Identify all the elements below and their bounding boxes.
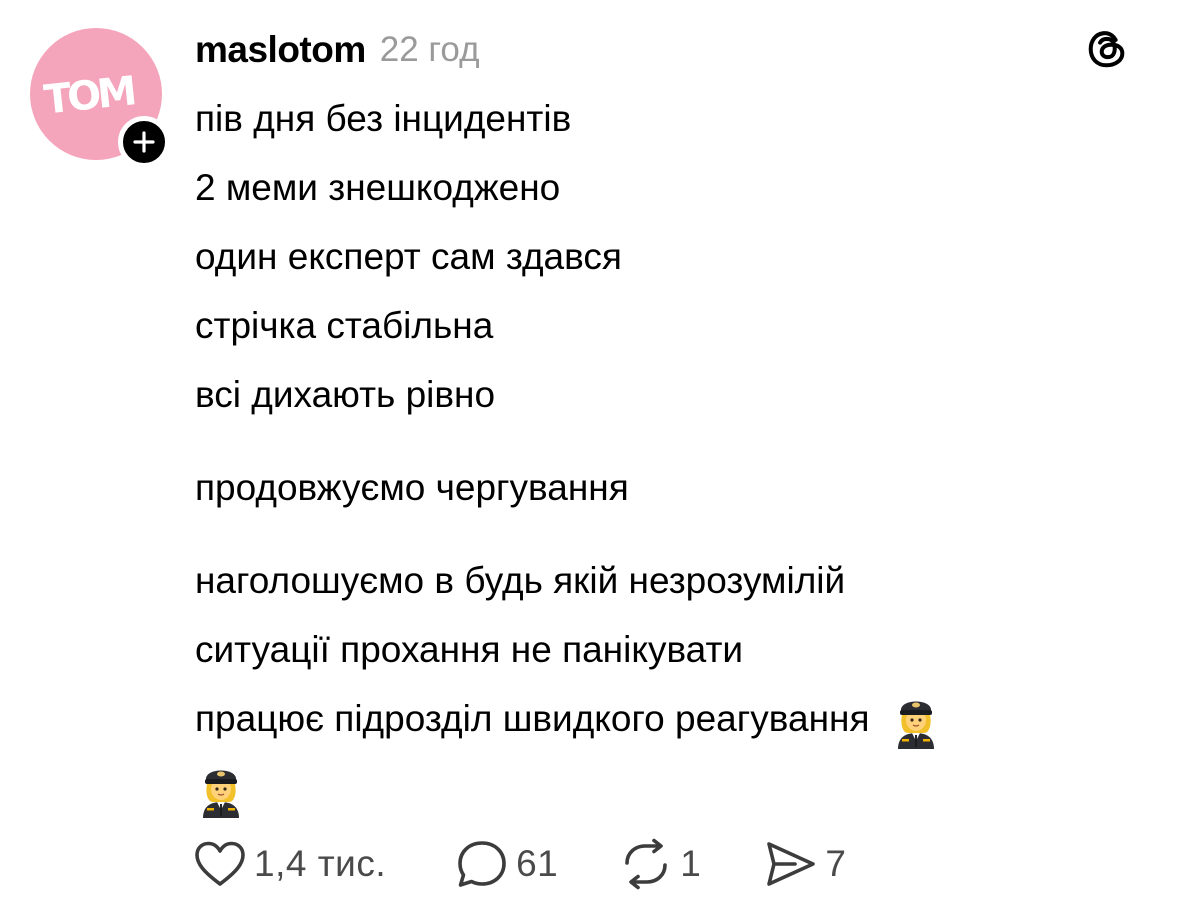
post-line: продовжуємо чергування <box>195 467 629 508</box>
share-button[interactable]: 7 <box>763 839 846 889</box>
woman-pilot-emoji-icon <box>897 701 934 750</box>
follow-button[interactable] <box>118 116 170 168</box>
share-count: 7 <box>825 843 847 884</box>
repost-icon <box>625 838 668 890</box>
woman-pilot-emoji-icon <box>203 770 239 819</box>
reply-count: 61 <box>516 843 559 884</box>
like-button[interactable]: 1,4 тис. <box>192 839 386 889</box>
post-body: пів дня без інцидентів 2 меми знешкоджен… <box>195 90 1155 828</box>
avatar-container: TOM <box>30 28 170 168</box>
post-header: maslotom 22 год <box>195 28 480 72</box>
repost-button[interactable]: 1 <box>618 838 701 890</box>
post-line: стрічка стабільна <box>195 305 494 346</box>
post-line-emoji <box>195 759 1155 828</box>
threads-logo-icon[interactable] <box>1084 26 1130 72</box>
post-line: працює підрозділ швидкого реагування <box>195 698 870 739</box>
heart-icon <box>195 841 245 886</box>
post-line: наголошуємо в будь якій незрозумілій <box>195 560 846 601</box>
post-line: всі дихають рівно <box>195 374 496 415</box>
post-line: пів дня без інцидентів <box>195 98 572 139</box>
reply-button[interactable]: 61 <box>454 838 558 890</box>
avatar-logo-text: TOM <box>41 68 136 124</box>
username-link[interactable]: maslotom <box>195 29 366 71</box>
post-line: ситуації прохання не панікувати <box>195 629 744 670</box>
post-line-with-emoji: працює підрозділ швидкого реагування <box>195 690 1155 759</box>
timestamp[interactable]: 22 год <box>380 30 480 70</box>
action-bar: 1,4 тис. 61 1 7 <box>192 838 846 890</box>
post-line: 2 меми знешкоджено <box>195 167 561 208</box>
comment-icon <box>458 841 506 887</box>
repost-count: 1 <box>680 843 702 884</box>
like-count: 1,4 тис. <box>254 843 387 884</box>
send-icon <box>767 842 816 886</box>
plus-icon <box>133 131 155 153</box>
post-line: один експерт сам здався <box>195 236 622 277</box>
